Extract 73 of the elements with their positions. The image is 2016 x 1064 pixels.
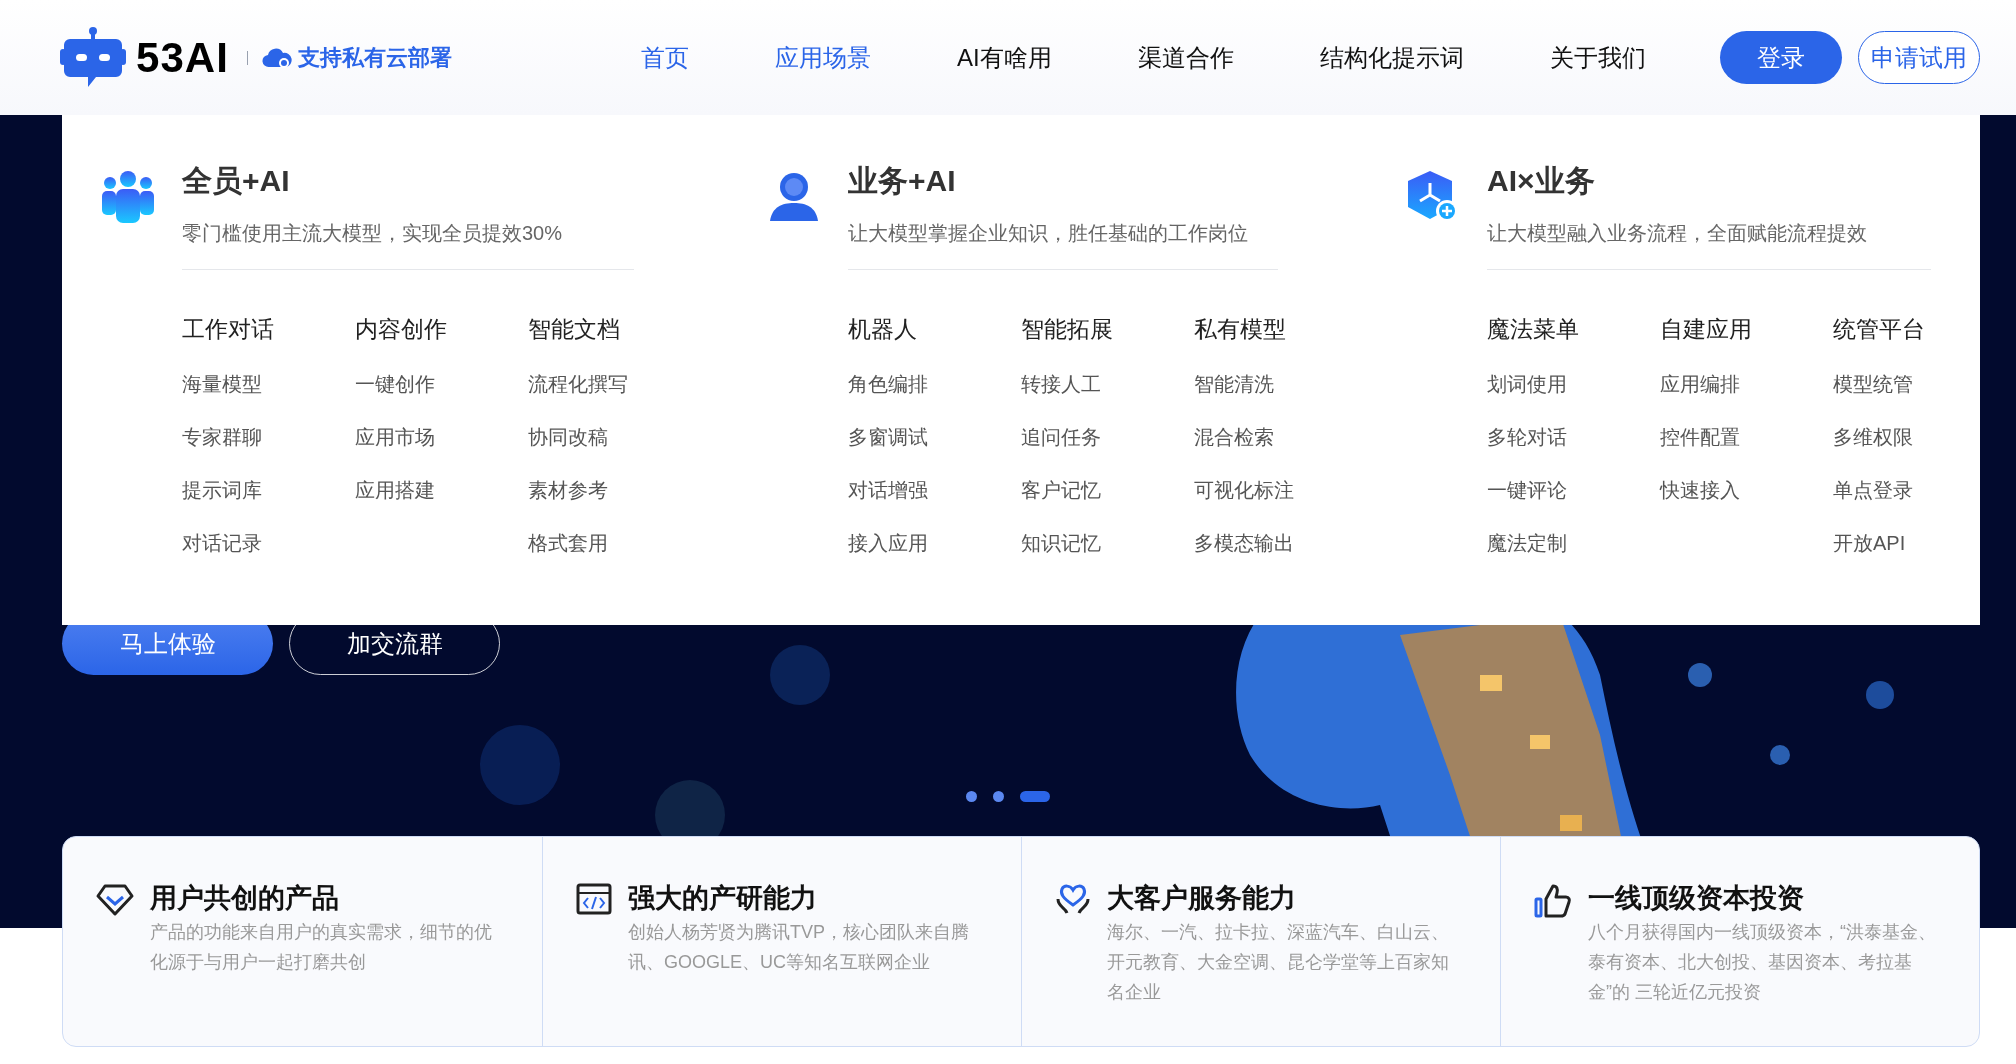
menu-heading: 自建应用 bbox=[1660, 315, 1753, 344]
menu-link[interactable]: 角色编排 bbox=[848, 370, 1021, 398]
login-button[interactable]: 登录 bbox=[1720, 31, 1842, 84]
nav-link[interactable]: AI有啥用 bbox=[957, 39, 1052, 76]
feature-title: 用户共创的产品 bbox=[150, 882, 340, 915]
menu-link[interactable]: 知识记忆 bbox=[1021, 529, 1194, 557]
menu-link[interactable]: 划词使用 bbox=[1487, 370, 1660, 398]
nav-link[interactable]: 渠道合作 bbox=[1137, 39, 1234, 76]
menu-link[interactable]: 开放API bbox=[1833, 529, 2006, 557]
menu-heading: 机器人 bbox=[848, 315, 918, 344]
section-title: 全员+AI bbox=[182, 163, 291, 199]
menu-link[interactable]: 混合检索 bbox=[1194, 423, 1367, 451]
menu-link[interactable]: 一键评论 bbox=[1487, 476, 1660, 504]
menu-heading: 统管平台 bbox=[1833, 315, 1926, 344]
menu-link[interactable]: 海量模型 bbox=[182, 370, 355, 398]
feature-title: 大客户服务能力 bbox=[1107, 882, 1297, 915]
menu-heading: 智能拓展 bbox=[1021, 315, 1114, 344]
tagline: 支持私有云部署 bbox=[297, 44, 452, 72]
menu-link[interactable]: 应用编排 bbox=[1660, 370, 1833, 398]
menu-link[interactable]: 客户记忆 bbox=[1021, 476, 1194, 504]
section-subtitle: 让大模型融入业务流程，全面赋能流程提效 bbox=[1487, 221, 1868, 246]
menu-heading: 内容创作 bbox=[355, 315, 448, 344]
feature-description: 八个月获得国内一线顶级资本，“洪泰基金、泰有资本、北大创投、基因资本、考拉基金”的 三轮近亿元投资 bbox=[1588, 921, 1937, 1004]
nav-link[interactable]: 首页 bbox=[641, 39, 689, 76]
code-window-icon bbox=[576, 883, 612, 915]
people-icon bbox=[100, 169, 156, 225]
section-title: 业务+AI bbox=[848, 163, 957, 199]
menu-link[interactable]: 专家群聊 bbox=[182, 423, 355, 451]
menu-link[interactable]: 格式套用 bbox=[528, 529, 701, 557]
menu-link[interactable]: 对话记录 bbox=[182, 529, 355, 557]
menu-link[interactable]: 转接人工 bbox=[1021, 370, 1194, 398]
feature-description: 产品的功能来自用户的真实需求，细节的优化源于与用户一起打磨共创 bbox=[150, 921, 493, 974]
section-subtitle: 零门槛使用主流大模型，实现全员提效30% bbox=[182, 221, 564, 246]
thumbs-up-icon bbox=[1534, 883, 1572, 919]
menu-link[interactable]: 魔法定制 bbox=[1487, 529, 1660, 557]
section-subtitle: 让大模型掌握企业知识，胜任基础的工作岗位 bbox=[848, 221, 1249, 246]
nav-link[interactable]: 结构化提示词 bbox=[1319, 39, 1464, 76]
diamond-icon bbox=[96, 883, 134, 917]
nav-link[interactable]: 应用场景 bbox=[775, 39, 871, 76]
trial-button[interactable]: 申请试用 bbox=[1858, 31, 1980, 84]
feature-description: 创始人杨芳贤为腾讯TVP，核心团队来自腾讯、GOOGLE、UC等知名互联网企业 bbox=[628, 921, 970, 974]
feature-description: 海尔、一汽、拉卡拉、深蓝汽车、白山云、开元教育、大金空调、昆仑学堂等上百家知名企业 bbox=[1107, 921, 1450, 1004]
menu-link[interactable]: 应用搭建 bbox=[355, 476, 528, 504]
section-title: AI×业务 bbox=[1487, 163, 1596, 199]
menu-link[interactable]: 接入应用 bbox=[848, 529, 1021, 557]
menu-link[interactable]: 流程化撰写 bbox=[528, 370, 701, 398]
menu-heading: 私有模型 bbox=[1194, 315, 1287, 344]
menu-link[interactable]: 单点登录 bbox=[1833, 476, 2006, 504]
cloud-icon bbox=[261, 46, 292, 69]
menu-link[interactable]: 对话增强 bbox=[848, 476, 1021, 504]
menu-link[interactable]: 模型统管 bbox=[1833, 370, 2006, 398]
menu-link[interactable]: 多模态输出 bbox=[1194, 529, 1367, 557]
menu-link[interactable]: 智能清洗 bbox=[1194, 370, 1367, 398]
menu-link[interactable]: 多轮对话 bbox=[1487, 423, 1660, 451]
menu-link[interactable]: 多维权限 bbox=[1833, 423, 2006, 451]
menu-link[interactable]: 可视化标注 bbox=[1194, 476, 1367, 504]
menu-link[interactable]: 提示词库 bbox=[182, 476, 355, 504]
menu-link[interactable]: 素材参考 bbox=[528, 476, 701, 504]
feature-title: 强大的产研能力 bbox=[628, 882, 818, 915]
menu-link[interactable]: 协同改稿 bbox=[528, 423, 701, 451]
menu-heading: 魔法菜单 bbox=[1487, 315, 1580, 344]
menu-link[interactable]: 多窗调试 bbox=[848, 423, 1021, 451]
menu-heading: 工作对话 bbox=[182, 315, 275, 344]
menu-link[interactable]: 应用市场 bbox=[355, 423, 528, 451]
menu-link[interactable]: 一键创作 bbox=[355, 370, 528, 398]
menu-heading: 智能文档 bbox=[528, 315, 621, 344]
menu-link[interactable]: 快速接入 bbox=[1660, 476, 1833, 504]
menu-link[interactable]: 追问任务 bbox=[1021, 423, 1194, 451]
robot-logo-icon bbox=[60, 26, 126, 89]
logo-text[interactable]: 53AI bbox=[136, 26, 229, 89]
feature-title: 一线顶级资本投资 bbox=[1588, 882, 1805, 915]
menu-link[interactable]: 控件配置 bbox=[1660, 423, 1833, 451]
nav-link[interactable]: 关于我们 bbox=[1549, 39, 1646, 76]
